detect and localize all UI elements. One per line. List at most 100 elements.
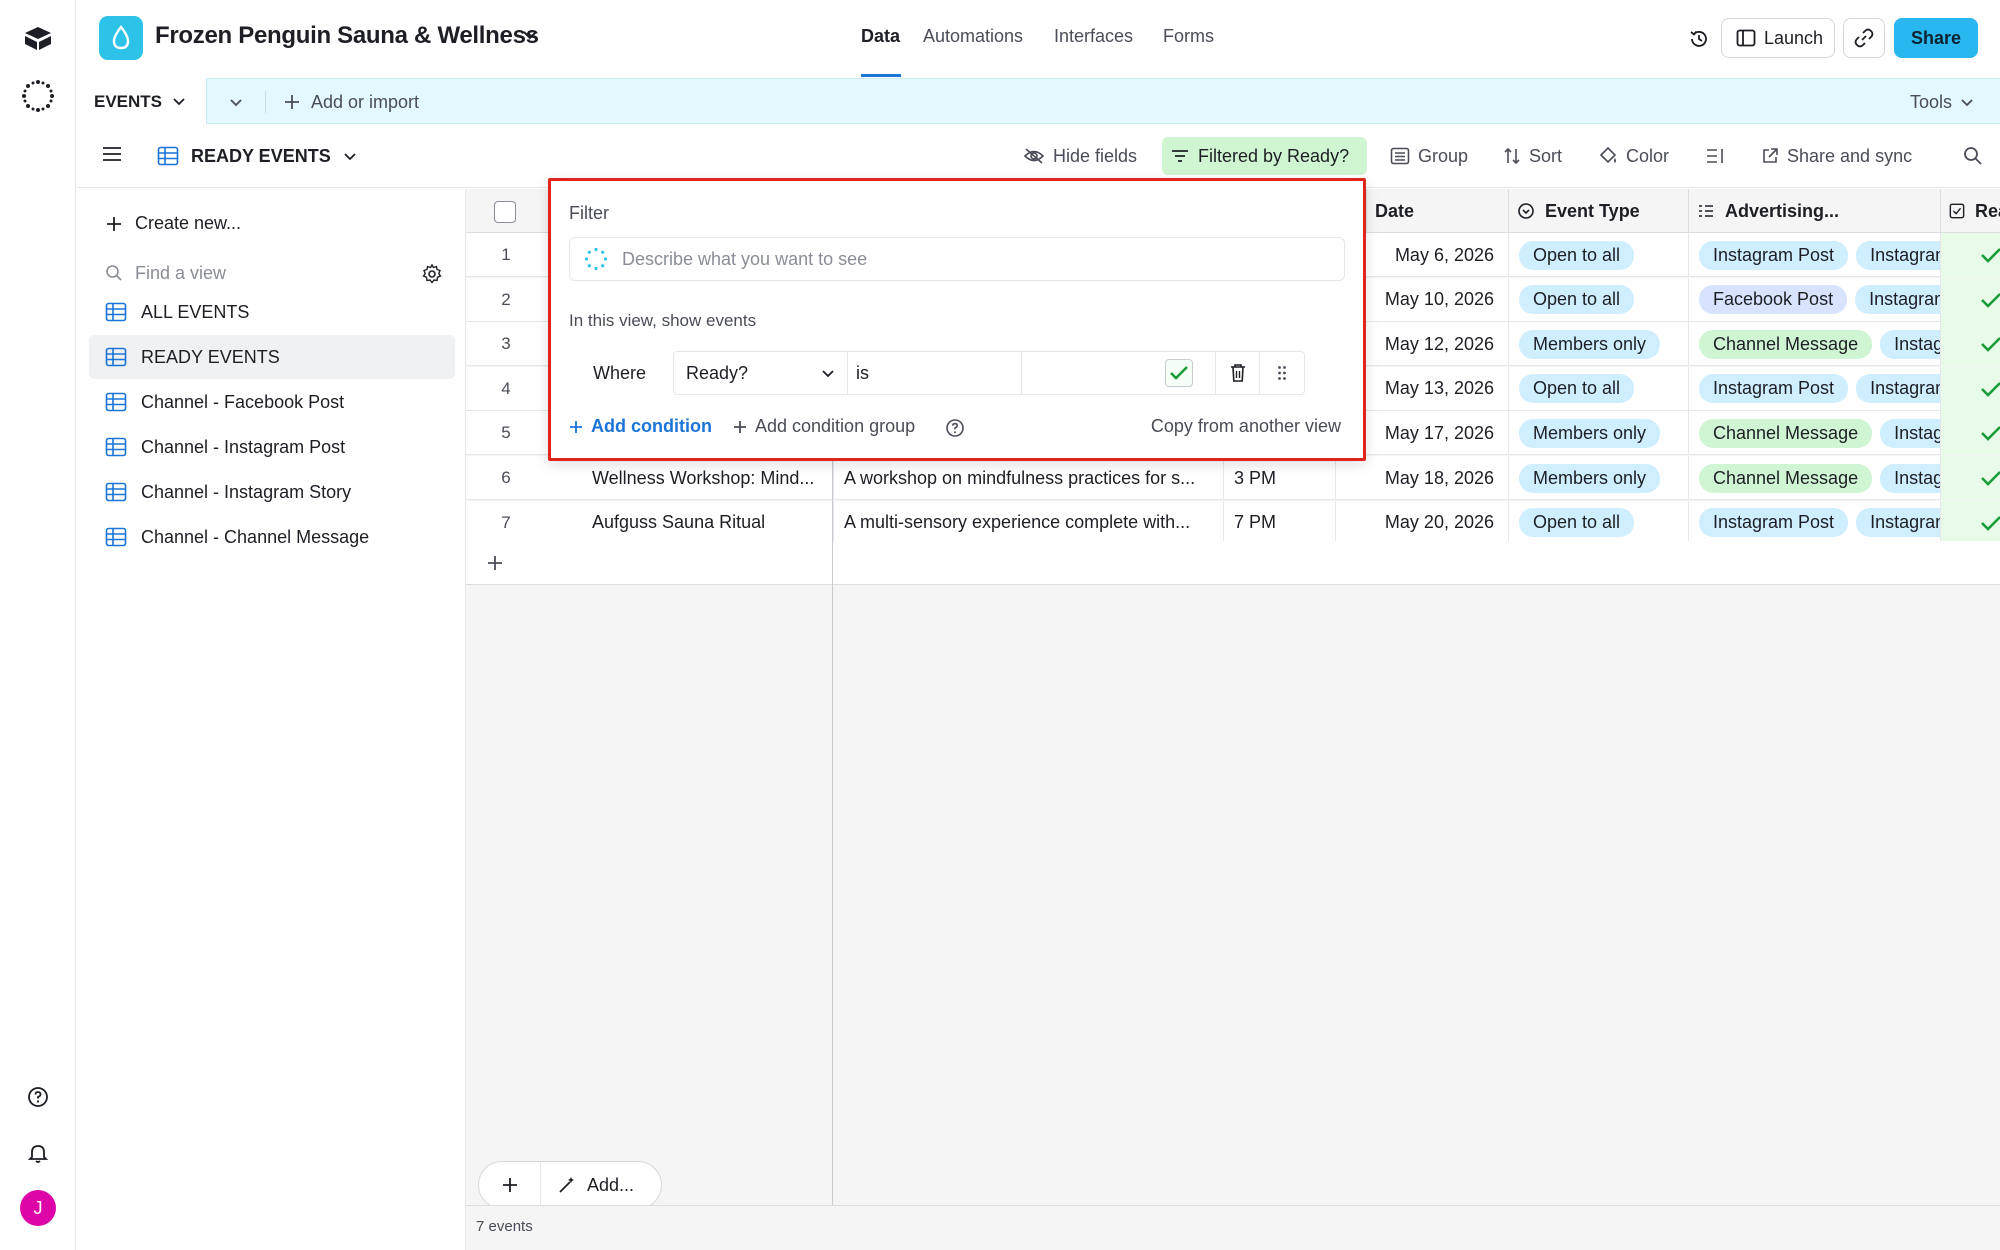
history-icon[interactable] [1679,20,1719,58]
advertising-cell[interactable]: Facebook PostInstagram Post [1688,277,1940,322]
base-icon[interactable] [99,16,143,60]
sidebar-view-item[interactable]: Channel - Channel Message [89,515,455,559]
event-type-cell[interactable]: Open to all [1508,366,1688,411]
ready-cell[interactable] [1940,322,2000,367]
date-cell[interactable]: May 18, 2026 [1335,456,1508,500]
advertising-cell[interactable]: Channel MessageInstagram Story [1688,411,1940,456]
launch-button[interactable]: Launch [1721,18,1835,58]
sidebar-view-item[interactable]: Channel - Instagram Post [89,425,455,469]
base-title[interactable]: Frozen Penguin Sauna & Wellness [155,22,539,50]
find-view-search[interactable]: Find a view [105,255,443,291]
tab-automations[interactable]: Automations [923,26,1023,47]
plus-icon [488,555,502,570]
advertising-pill: Instagram Story [1880,329,1940,359]
column-header-date[interactable]: Date [1366,189,1508,233]
time-cell[interactable]: 3 PM [1223,456,1335,500]
event-name-cell[interactable]: Aufguss Sauna Ritual [582,501,832,545]
single-select-icon [1518,203,1534,219]
advertising-cell[interactable]: Instagram PostInstagram Story [1688,500,1940,545]
event-type-cell[interactable]: Open to all [1508,277,1688,322]
omni-icon[interactable] [18,76,58,116]
ai-filter-input[interactable]: Describe what you want to see [569,237,1345,281]
sort-button[interactable]: Sort [1495,137,1570,175]
column-header-ready[interactable]: Ready? [1940,189,2000,233]
bottom-add-toolbar: Add... [478,1161,662,1209]
delete-condition-button[interactable] [1216,352,1260,394]
add-record-button[interactable] [466,541,832,585]
time-cell[interactable]: 7 PM [1223,500,1335,545]
event-type-cell[interactable]: Members only [1508,411,1688,456]
avatar[interactable]: J [20,1190,56,1226]
add-condition-button[interactable]: Add condition [569,416,712,437]
create-new-view-button[interactable]: Create new... [105,213,241,234]
chevron-down-icon [344,152,356,160]
event-name-cell[interactable]: Wellness Workshop: Mind... [582,456,832,500]
color-button[interactable]: Color [1590,137,1677,175]
help-circle-icon[interactable] [945,418,965,438]
share-and-sync-button[interactable]: Share and sync [1753,137,1920,175]
chevron-down-icon [822,369,834,377]
column-header-advertising[interactable]: Advertising... [1688,189,1940,233]
tab-forms[interactable]: Forms [1163,26,1214,47]
sidebar-view-item[interactable]: Channel - Facebook Post [89,380,455,424]
copy-link-button[interactable] [1843,18,1885,58]
views-sidebar: Create new... Find a view ALL EVENTS READ… [77,189,466,1250]
ready-cell[interactable] [1940,456,2000,500]
row-height-button[interactable] [1697,137,1733,175]
tables-dropdown-button[interactable] [221,89,251,115]
add-condition-group-button[interactable]: Add condition group [733,416,915,437]
filter-icon [1172,150,1188,162]
hide-fields-button[interactable]: Hide fields [1015,137,1145,175]
home-logo-icon[interactable] [18,18,58,58]
condition-field-select[interactable]: Ready? [674,352,848,394]
gear-icon[interactable] [421,263,443,285]
ready-cell[interactable] [1940,233,2000,277]
filter-button[interactable]: Filtered by Ready? [1162,137,1367,175]
table-tab-events[interactable]: EVENTS [77,78,207,125]
filter-popover: Filter Describe what you want to see In … [548,178,1366,461]
event-type-cell[interactable]: Members only [1508,456,1688,500]
ready-cell[interactable] [1940,366,2000,411]
share-button[interactable]: Share [1894,18,1978,58]
tab-interfaces[interactable]: Interfaces [1054,26,1133,47]
bell-icon[interactable] [18,1133,58,1173]
advertising-cell[interactable]: Instagram PostInstagram Story [1688,233,1940,277]
sidebar-view-item[interactable]: ALL EVENTS [89,290,455,334]
tab-data[interactable]: Data [861,26,900,47]
add-record-plus-button[interactable] [479,1162,541,1208]
ready-cell[interactable] [1940,411,2000,456]
hamburger-icon[interactable] [101,144,123,164]
ready-cell[interactable] [1940,277,2000,322]
select-all-checkbox[interactable] [494,201,516,223]
table-row[interactable]: 7 Aufguss Sauna Ritual A multi-sensory exp… [466,500,2000,545]
view-switcher[interactable]: READY EVENTS [157,124,357,188]
sidebar-view-item[interactable]: Channel - Instagram Story [89,470,455,514]
advertising-cell[interactable]: Instagram PostInstagram Story [1688,366,1940,411]
table-row[interactable]: 6 Wellness Workshop: Mind... A workshop on… [466,456,2000,500]
drag-handle-icon[interactable] [1260,352,1304,394]
tools-button[interactable]: Tools [1910,79,1974,125]
add-with-ai-button[interactable]: Add... [541,1175,634,1196]
event-type-cell[interactable]: Members only [1508,322,1688,367]
condition-operator-select[interactable]: is [848,352,1022,394]
ready-cell[interactable] [1940,500,2000,545]
date-cell[interactable]: May 20, 2026 [1335,500,1508,545]
copy-from-another-view-button[interactable]: Copy from another view [1151,416,1341,437]
event-type-cell[interactable]: Open to all [1508,500,1688,545]
column-header-event-type[interactable]: Event Type [1508,189,1688,233]
advertising-cell[interactable]: Channel MessageInstagram Story [1688,456,1940,500]
chevron-down-icon[interactable] [522,30,538,40]
add-or-import-button[interactable]: Add or import [283,79,419,125]
sidebar-view-label: Channel - Channel Message [141,526,370,547]
event-type-cell[interactable]: Open to all [1508,233,1688,277]
description-cell[interactable]: A workshop on mindfulness practices for … [833,456,1223,500]
help-circle-icon[interactable] [18,1077,58,1117]
advertising-cell[interactable]: Channel MessageInstagram Story [1688,322,1940,367]
search-icon[interactable] [1955,137,1991,175]
group-button[interactable]: Group [1382,137,1476,175]
table-tab-bar: EVENTS Add or import Tools [77,78,2000,125]
description-cell[interactable]: A multi-sensory experience complete with… [833,500,1223,545]
sidebar-view-item[interactable]: READY EVENTS [89,335,455,379]
condition-value-checkbox[interactable] [1164,359,1193,387]
row-number: 4 [501,378,511,398]
